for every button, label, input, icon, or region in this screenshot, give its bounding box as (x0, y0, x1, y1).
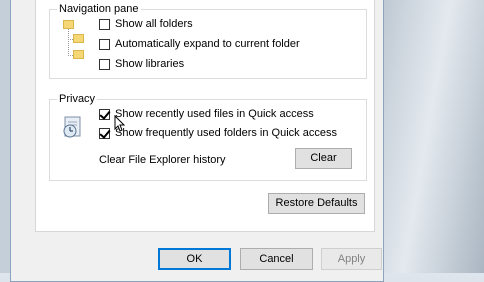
auto-expand-checkbox[interactable] (99, 38, 110, 50)
show-all-folders-label: Show all folders (115, 18, 193, 30)
ok-button[interactable]: OK (158, 248, 231, 270)
restore-defaults-button[interactable]: Restore Defaults (268, 193, 365, 214)
privacy-group: Privacy Show recently used files in Quic… (49, 93, 367, 181)
apply-button[interactable]: Apply (321, 248, 382, 270)
privacy-icon (61, 114, 87, 140)
show-libraries-label: Show libraries (115, 58, 185, 70)
folder-icon (73, 50, 84, 59)
navigation-pane-title: Navigation pane (57, 3, 141, 16)
recent-files-option[interactable]: Show recently used files in Quick access (99, 107, 314, 121)
desktop-background (384, 0, 484, 273)
clear-history-label: Clear File Explorer history (99, 154, 226, 166)
folder-tree-icon (63, 20, 87, 60)
recent-files-label: Show recently used files in Quick access (115, 108, 314, 120)
desktop-left-strip (0, 0, 10, 273)
show-libraries-checkbox[interactable] (99, 58, 110, 70)
folder-options-dialog: Navigation pane Show all folders Automat… (10, 0, 384, 282)
folder-icon (63, 20, 74, 29)
frequent-folders-label: Show frequently used folders in Quick ac… (115, 127, 337, 139)
clear-button[interactable]: Clear (295, 148, 352, 169)
view-tab-panel: Navigation pane Show all folders Automat… (35, 0, 375, 232)
show-all-folders-checkbox[interactable] (99, 18, 110, 30)
show-libraries-option[interactable]: Show libraries (99, 57, 184, 71)
auto-expand-option[interactable]: Automatically expand to current folder (99, 37, 300, 51)
auto-expand-label: Automatically expand to current folder (115, 38, 300, 50)
cancel-button[interactable]: Cancel (240, 248, 313, 270)
mouse-cursor-icon (114, 115, 126, 132)
recent-files-checkbox[interactable] (99, 108, 110, 120)
frequent-folders-option[interactable]: Show frequently used folders in Quick ac… (99, 126, 337, 140)
privacy-title: Privacy (57, 93, 98, 106)
frequent-folders-checkbox[interactable] (99, 127, 110, 139)
navigation-pane-group: Navigation pane Show all folders Automat… (49, 3, 367, 79)
show-all-folders-option[interactable]: Show all folders (99, 17, 193, 31)
